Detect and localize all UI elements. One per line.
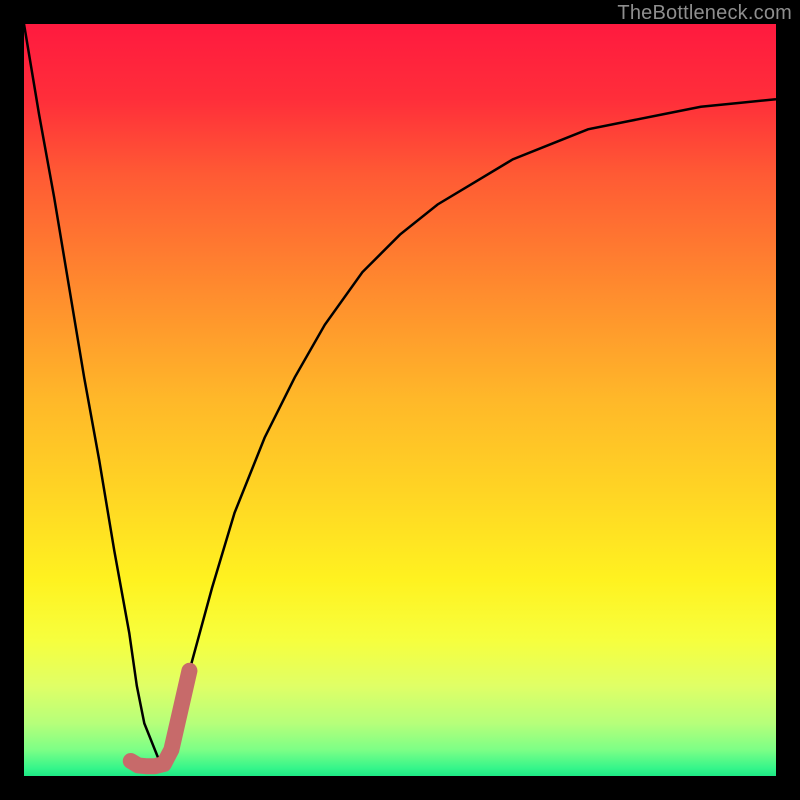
watermark-text: TheBottleneck.com: [617, 2, 792, 25]
chart-frame: TheBottleneck.com: [0, 0, 800, 800]
marker-j: [131, 671, 190, 767]
curve-layer: [24, 24, 776, 776]
bottleneck-curve: [24, 24, 776, 761]
plot-area: [24, 24, 776, 776]
